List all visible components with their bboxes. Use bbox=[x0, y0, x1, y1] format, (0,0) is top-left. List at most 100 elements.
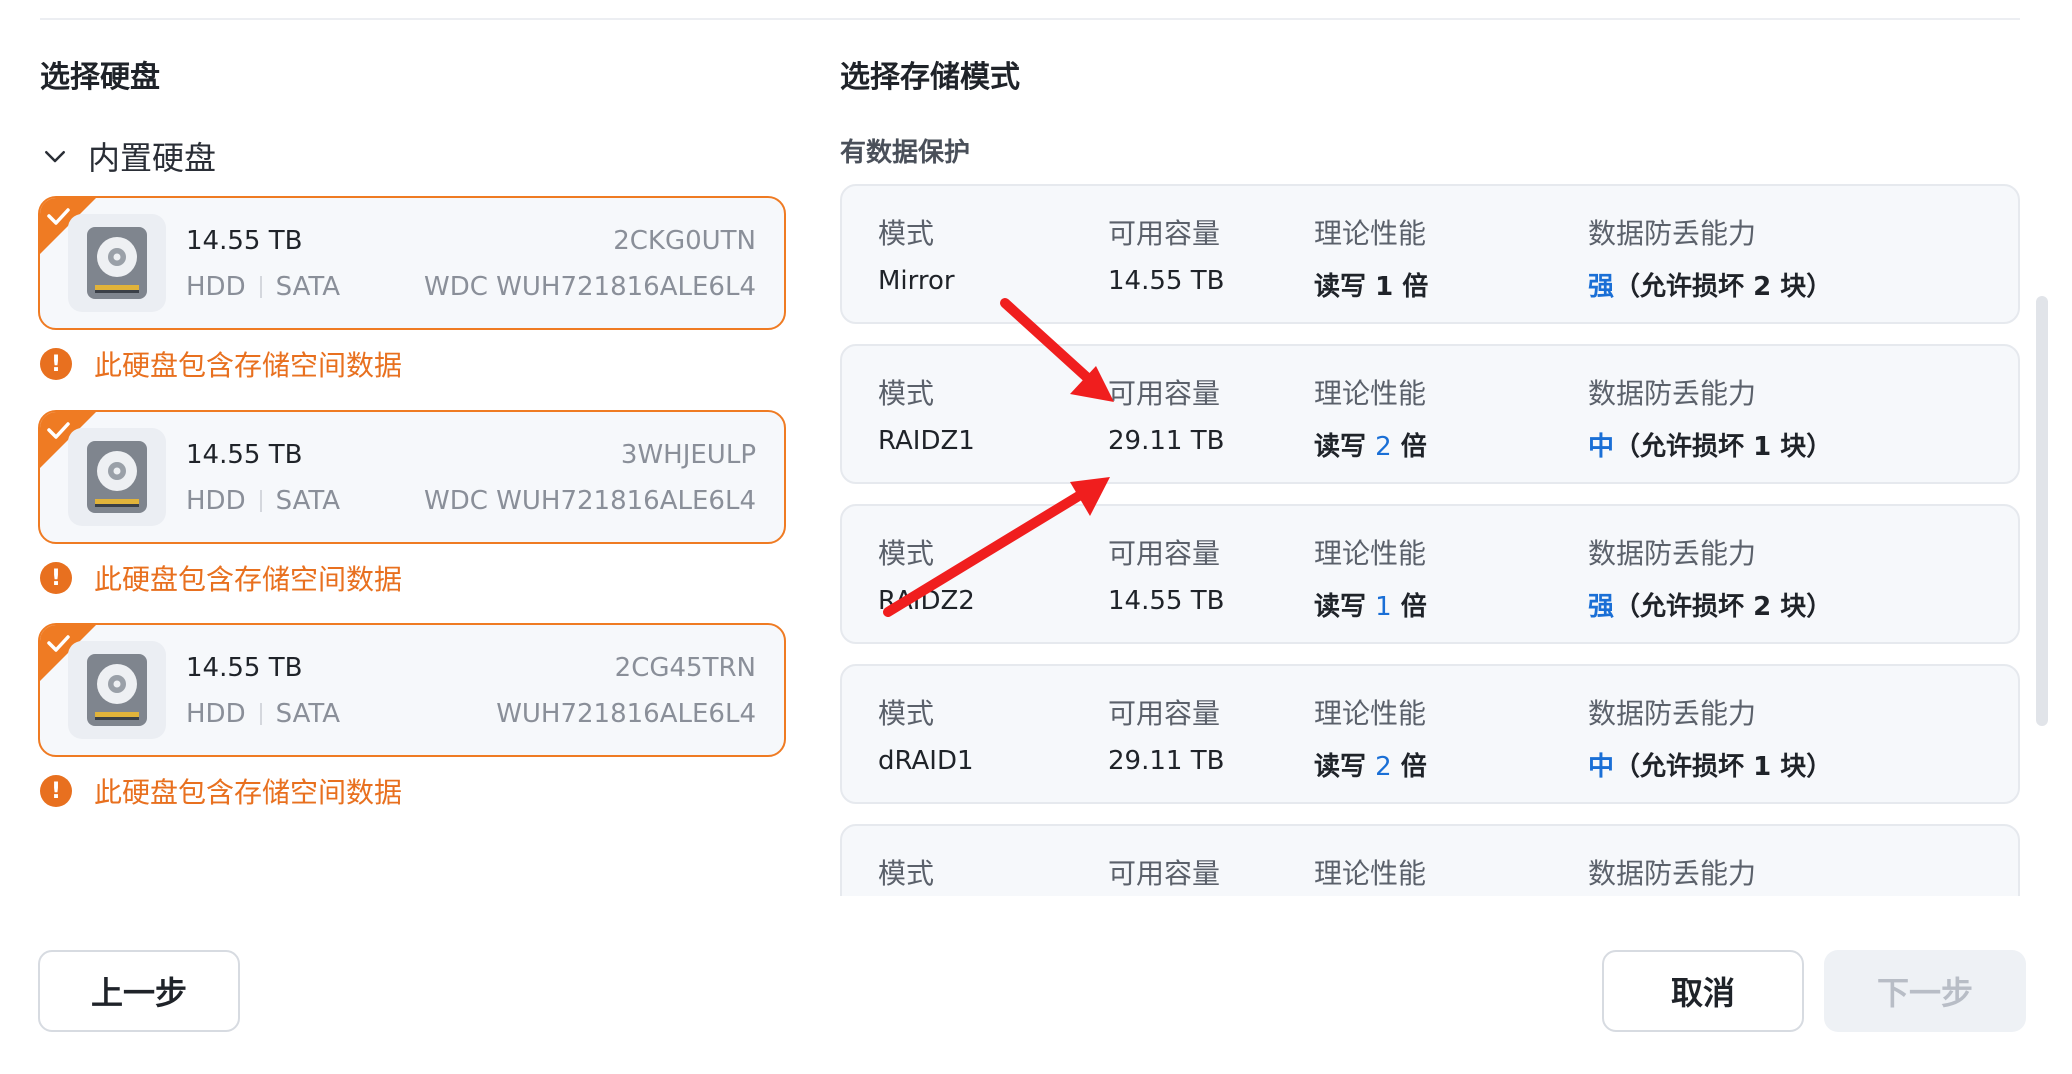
disk-card-1[interactable]: 14.55 TB 2CKG0UTN HDD SATA WDC WUH721816… bbox=[38, 196, 786, 330]
warning-exclamation-icon: ! bbox=[40, 348, 72, 380]
mode-list-scrollbar[interactable] bbox=[2036, 296, 2048, 726]
mode-name: RAIDZ2 bbox=[878, 586, 975, 616]
storage-mode-list[interactable]: 模式 可用容量 理论性能 数据防丢能力 Mirror 14.55 TB 读写 1… bbox=[840, 182, 2036, 896]
hdd-icon bbox=[87, 654, 147, 726]
disk-serial: 2CG45TRN bbox=[614, 653, 756, 683]
mode-header: 模式 bbox=[878, 217, 935, 250]
mode-capacity: 29.11 TB bbox=[1108, 746, 1225, 776]
mode-header: 模式 bbox=[878, 697, 935, 730]
mode-name: Mirror bbox=[878, 266, 955, 296]
disk-model: WDC WUH721816ALE6L4 bbox=[424, 486, 756, 516]
hdd-icon-container bbox=[68, 641, 166, 739]
disk-size: 14.55 TB bbox=[186, 440, 303, 470]
protection-header: 数据防丢能力 bbox=[1588, 217, 1757, 250]
hdd-icon bbox=[87, 227, 147, 299]
mode-performance: 读写 2 倍 bbox=[1314, 426, 1427, 463]
protection-level: 强 bbox=[1588, 272, 1615, 302]
warning-exclamation-icon: ! bbox=[40, 775, 72, 807]
meta-separator bbox=[259, 490, 262, 512]
hdd-icon-container bbox=[68, 214, 166, 312]
protection-detail: （允许损坏 1 块） bbox=[1614, 752, 1833, 782]
data-protection-subtitle: 有数据保护 bbox=[840, 138, 971, 168]
mode-card-partial[interactable]: 模式 可用容量 理论性能 数据防丢能力 bbox=[840, 824, 2020, 896]
internal-disk-group-toggle[interactable]: 内置硬盘 bbox=[40, 132, 216, 180]
top-divider bbox=[40, 18, 2020, 20]
protection-header: 数据防丢能力 bbox=[1588, 537, 1757, 570]
perf-multiplier: 1 bbox=[1375, 272, 1394, 302]
disk-warning-text: 此硬盘包含存储空间数据 bbox=[94, 776, 403, 809]
capacity-header: 可用容量 bbox=[1108, 377, 1221, 410]
performance-header: 理论性能 bbox=[1314, 217, 1427, 250]
disk-interface: SATA bbox=[275, 486, 340, 516]
mode-protection: 强（允许损坏 2 块） bbox=[1588, 586, 1832, 623]
disk-meta: HDD SATA bbox=[186, 486, 340, 516]
mode-protection: 强（允许损坏 2 块） bbox=[1588, 266, 1832, 303]
hdd-icon-container bbox=[68, 428, 166, 526]
mode-protection: 中（允许损坏 1 块） bbox=[1588, 426, 1832, 463]
mode-performance: 读写 1 倍 bbox=[1314, 586, 1427, 623]
previous-step-button[interactable]: 上一步 bbox=[38, 950, 240, 1032]
capacity-header: 可用容量 bbox=[1108, 217, 1221, 250]
perf-suffix: 倍 bbox=[1402, 272, 1429, 302]
mode-card-raidz1[interactable]: 模式 可用容量 理论性能 数据防丢能力 RAIDZ1 29.11 TB 读写 2… bbox=[840, 344, 2020, 484]
mode-card-mirror[interactable]: 模式 可用容量 理论性能 数据防丢能力 Mirror 14.55 TB 读写 1… bbox=[840, 184, 2020, 324]
mode-name: dRAID1 bbox=[878, 746, 974, 776]
mode-capacity: 29.11 TB bbox=[1108, 426, 1225, 456]
disk-size: 14.55 TB bbox=[186, 653, 303, 683]
disk-meta: HDD SATA bbox=[186, 272, 340, 302]
next-step-button[interactable]: 下一步 bbox=[1824, 950, 2026, 1032]
perf-suffix: 倍 bbox=[1400, 592, 1427, 622]
capacity-header: 可用容量 bbox=[1108, 697, 1221, 730]
perf-suffix: 倍 bbox=[1400, 432, 1427, 462]
mode-card-draid1[interactable]: 模式 可用容量 理论性能 数据防丢能力 dRAID1 29.11 TB 读写 2… bbox=[840, 664, 2020, 804]
disk-serial: 3WHJEULP bbox=[620, 440, 756, 470]
disk-card-2[interactable]: 14.55 TB 3WHJEULP HDD SATA WDC WUH721816… bbox=[38, 410, 786, 544]
disk-interface: SATA bbox=[275, 699, 340, 729]
select-storage-mode-title: 选择存储模式 bbox=[840, 60, 1020, 95]
perf-prefix: 读写 bbox=[1314, 752, 1367, 782]
disk-warning-3: ! 此硬盘包含存储空间数据 bbox=[40, 771, 402, 811]
mode-header: 模式 bbox=[878, 857, 935, 890]
perf-multiplier: 2 bbox=[1375, 752, 1392, 782]
performance-header: 理论性能 bbox=[1314, 857, 1427, 890]
disk-interface: SATA bbox=[275, 272, 340, 302]
meta-separator bbox=[259, 276, 262, 298]
protection-header: 数据防丢能力 bbox=[1588, 857, 1757, 890]
mode-header: 模式 bbox=[878, 537, 935, 570]
protection-level: 中 bbox=[1588, 752, 1615, 782]
perf-prefix: 读写 bbox=[1314, 432, 1367, 462]
disk-serial: 2CKG0UTN bbox=[613, 226, 756, 256]
select-disk-title: 选择硬盘 bbox=[40, 60, 160, 95]
performance-header: 理论性能 bbox=[1314, 537, 1427, 570]
chevron-down-icon bbox=[45, 151, 65, 163]
protection-header: 数据防丢能力 bbox=[1588, 697, 1757, 730]
internal-disk-label: 内置硬盘 bbox=[88, 139, 217, 177]
performance-header: 理论性能 bbox=[1314, 377, 1427, 410]
protection-detail: （允许损坏 2 块） bbox=[1614, 592, 1833, 622]
disk-meta: HDD SATA bbox=[186, 699, 340, 729]
mode-capacity: 14.55 TB bbox=[1108, 266, 1225, 296]
disk-type: HDD bbox=[186, 699, 246, 729]
mode-performance: 读写 1 倍 bbox=[1314, 266, 1428, 303]
protection-header: 数据防丢能力 bbox=[1588, 377, 1757, 410]
disk-warning-text: 此硬盘包含存储空间数据 bbox=[94, 349, 403, 382]
warning-exclamation-icon: ! bbox=[40, 562, 72, 594]
protection-detail: （允许损坏 2 块） bbox=[1614, 272, 1833, 302]
perf-suffix: 倍 bbox=[1400, 752, 1427, 782]
protection-detail: （允许损坏 1 块） bbox=[1614, 432, 1833, 462]
mode-card-raidz2[interactable]: 模式 可用容量 理论性能 数据防丢能力 RAIDZ2 14.55 TB 读写 1… bbox=[840, 504, 2020, 644]
mode-protection: 中（允许损坏 1 块） bbox=[1588, 746, 1832, 783]
disk-warning-text: 此硬盘包含存储空间数据 bbox=[94, 563, 403, 596]
perf-prefix: 读写 bbox=[1314, 592, 1367, 622]
disk-card-3[interactable]: 14.55 TB 2CG45TRN HDD SATA WUH721816ALE6… bbox=[38, 623, 786, 757]
disk-model: WDC WUH721816ALE6L4 bbox=[424, 272, 756, 302]
protection-level: 强 bbox=[1588, 592, 1615, 622]
meta-separator bbox=[259, 703, 262, 725]
mode-capacity: 14.55 TB bbox=[1108, 586, 1225, 616]
disk-type: HDD bbox=[186, 272, 246, 302]
mode-header: 模式 bbox=[878, 377, 935, 410]
disk-warning-1: ! 此硬盘包含存储空间数据 bbox=[40, 344, 402, 384]
protection-level: 中 bbox=[1588, 432, 1615, 462]
cancel-button[interactable]: 取消 bbox=[1602, 950, 1804, 1032]
capacity-header: 可用容量 bbox=[1108, 537, 1221, 570]
